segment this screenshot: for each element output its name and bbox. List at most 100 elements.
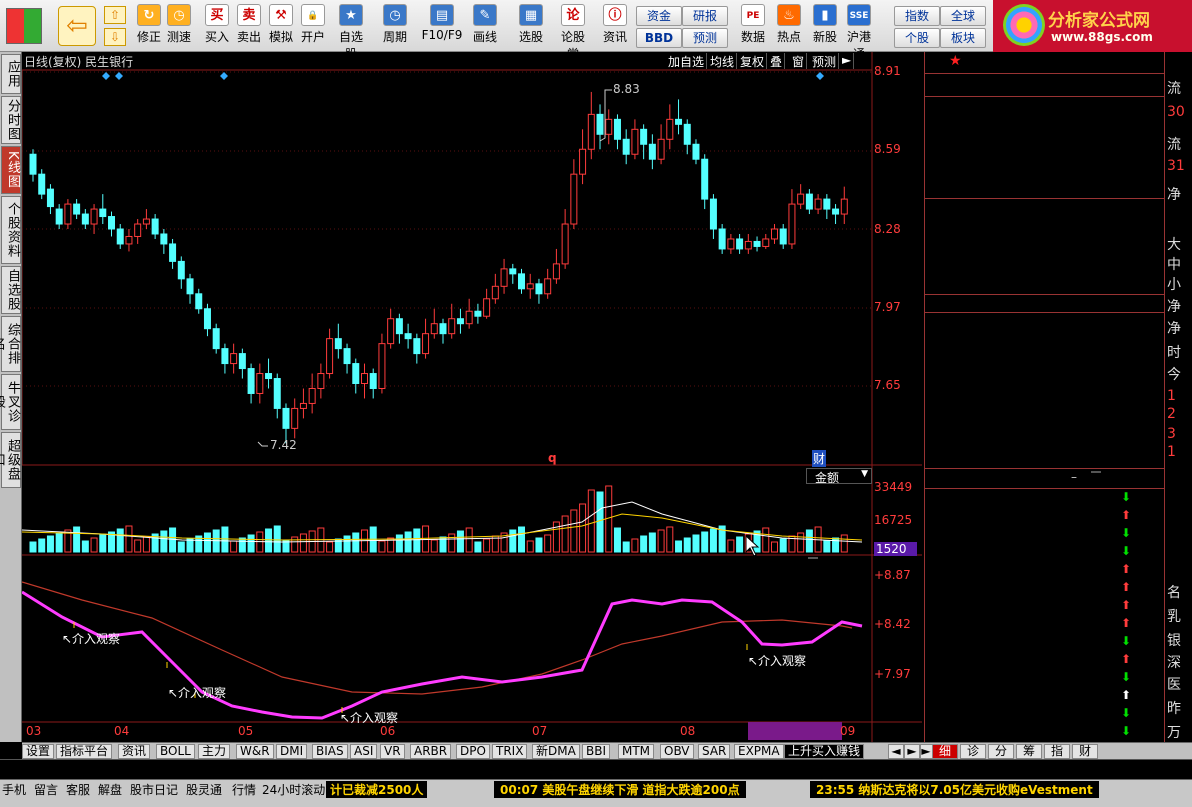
toolbar-small-btn[interactable]: 资金 (636, 6, 682, 26)
toolbar-btn-lock[interactable]: 🔒 开户 (296, 4, 330, 48)
indicator-tab[interactable]: VR (380, 744, 405, 759)
event-diamond-icon[interactable] (115, 72, 123, 80)
down-arrow-icon[interactable]: ⇩ (104, 28, 126, 46)
indicator-tab[interactable]: TRIX (492, 744, 528, 759)
toolbar-btn-buy[interactable]: 买买入 (200, 4, 234, 48)
left-tab[interactable]: 超级盘口 (0, 432, 21, 488)
status-item[interactable]: 留言 (34, 781, 58, 798)
toolbar-btn-hot[interactable]: ♨ 热点 (772, 4, 806, 48)
left-tab[interactable]: 自选股 (1, 266, 21, 314)
news-2[interactable]: 00:07 美股午盘继续下滑 道指大跌逾200点 (494, 781, 746, 798)
candle (134, 219, 142, 244)
back-button[interactable]: ⇦ (58, 6, 96, 46)
status-item[interactable]: 24小时滚动 (262, 781, 325, 798)
scroll-left-icon[interactable]: ◄ (888, 744, 904, 759)
left-tab[interactable]: 牛叉诊股 (0, 374, 21, 430)
toolbar-btn-forum[interactable]: 论论股堂 (556, 4, 590, 61)
indicator-tab[interactable]: W&R (236, 744, 274, 759)
candle (640, 124, 648, 160)
left-tab[interactable]: 综合排名 (0, 316, 21, 372)
indicator-tab[interactable]: ASI (350, 744, 378, 759)
indicator-tab[interactable]: 主力 (198, 744, 231, 759)
collapse-icon[interactable]: – (1071, 470, 1077, 484)
indicator-tab[interactable]: DPO (456, 744, 490, 759)
left-tab[interactable]: 应用 (1, 54, 21, 94)
indicator-tab[interactable]: 资讯 (118, 744, 151, 759)
indicator-tab[interactable]: 设置 (22, 744, 55, 759)
toolbar-small-btn[interactable]: 预测 (682, 28, 728, 48)
toolbar-small-btn[interactable]: 指数 (894, 6, 940, 26)
candle (317, 363, 325, 399)
side-column-char: 30 (1167, 104, 1185, 120)
toolbar-small-btn[interactable]: 研报 (682, 6, 728, 26)
status-item[interactable]: 客服 (66, 781, 90, 798)
sell-icon: 卖 (237, 4, 261, 26)
indicator-tab[interactable]: OBV (660, 744, 694, 759)
kline-svg[interactable] (22, 52, 922, 742)
event-diamond-icon[interactable] (816, 72, 824, 80)
quote-bottom-tab[interactable]: 财 (1072, 744, 1098, 759)
status-item[interactable]: 行情 (232, 781, 256, 798)
volume-bar (613, 527, 621, 553)
toolbar-btn-pe[interactable]: PE 数据 (736, 4, 770, 48)
indicator-tab[interactable]: BBI (582, 744, 611, 759)
toolbar-small-btn[interactable]: BBD (636, 28, 682, 48)
toolbar-btn-f10[interactable]: ▤ F10/F9 (420, 4, 464, 48)
news-3[interactable]: 23:55 纳斯达克将以7.05亿美元收购eVestment (810, 781, 1099, 798)
status-item[interactable]: 手机 (2, 781, 26, 798)
toolbar-btn-pen[interactable]: ✎ 画线 (468, 4, 502, 48)
indicator-tab[interactable]: MTM (618, 744, 655, 759)
toolbar-btn-info[interactable]: ⓘ 资讯 (598, 4, 632, 48)
indicator-tab[interactable]: BIAS (312, 744, 348, 759)
volume-bar (823, 540, 831, 553)
quote-bottom-tab[interactable]: 分 (988, 744, 1014, 759)
candle (160, 229, 168, 254)
indicator-tab[interactable]: ARBR (410, 744, 452, 759)
volume-bar (230, 540, 238, 553)
event-diamond-icon[interactable] (220, 72, 228, 80)
toolbar-small-btn[interactable]: 全球 (940, 6, 986, 26)
left-tab[interactable]: 分时图 (1, 96, 21, 144)
side-column-char: 时 (1167, 345, 1181, 361)
indicator-tab[interactable]: 新DMA (532, 744, 580, 759)
indicator-tab[interactable]: BOLL (156, 744, 195, 759)
toolbar-btn-gavel[interactable]: ⚒ 模拟 (264, 4, 298, 48)
indicator-tab[interactable]: DMI (276, 744, 308, 759)
toolbar-btn-clock[interactable]: ◷ 测速 (162, 4, 196, 48)
toolbar-btn-cycle[interactable]: ◷ 周期 (378, 4, 412, 48)
toolbar-btn-refresh[interactable]: ↻ 修正 (132, 4, 166, 48)
industry-compare-button[interactable] (1091, 471, 1101, 473)
toolbar-btn-star[interactable]: ★自选股 (334, 4, 368, 61)
kline-chart-panel[interactable]: 日线(复权) 民生银行 加自选 均线 复权叠窗预测 ► 8.91 8.59 8.28 7.9… (22, 52, 922, 742)
quote-bottom-tab[interactable]: 细 (932, 744, 958, 759)
scroll-right-icon[interactable]: ► (904, 744, 920, 759)
status-item[interactable]: 股市日记 (130, 781, 178, 798)
toolbar-btn-screen[interactable]: ▦ 选股 (514, 4, 548, 48)
toolbar-small-btn[interactable]: 个股 (894, 28, 940, 48)
status-item[interactable]: 解盘 (98, 781, 122, 798)
toolbar-btn-new-stock[interactable]: ▮ 新股 (808, 4, 842, 48)
volume-select[interactable]: 金额 ▼ (806, 468, 872, 485)
favorite-star-icon[interactable]: ★ (949, 53, 962, 69)
indicator-tab[interactable]: SAR (698, 744, 731, 759)
indicator-help-button[interactable] (808, 557, 818, 559)
up-arrow-icon[interactable]: ⇧ (104, 6, 126, 24)
left-tab[interactable]: 个股资料 (1, 196, 21, 264)
status-item[interactable]: 股灵通 (186, 781, 222, 798)
toolbar-small-btn[interactable]: 板块 (940, 28, 986, 48)
event-diamond-icon[interactable] (102, 72, 110, 80)
volume-bar (840, 534, 848, 553)
quote-bottom-tab[interactable]: 指 (1044, 744, 1070, 759)
app-grid-icon[interactable] (6, 8, 42, 44)
toolbar-btn-sell[interactable]: 卖卖出 (232, 4, 266, 48)
toolbar-btn-sse-hke[interactable]: SSE沪港通 (842, 4, 876, 61)
left-tab[interactable]: K线图 (1, 146, 21, 194)
indicator-tab[interactable]: 上升买入赚钱 (784, 744, 865, 759)
indicator-tab[interactable]: 指标平台 (56, 744, 113, 759)
month-label: 09 (840, 724, 856, 738)
news-1[interactable]: 计已裁减2500人 (326, 781, 428, 798)
quote-bottom-tab[interactable]: 诊 (960, 744, 986, 759)
quote-bottom-tab[interactable]: 筹 (1016, 744, 1042, 759)
clock-icon: ◷ (167, 4, 191, 26)
indicator-tab[interactable]: EXPMA (734, 744, 784, 759)
